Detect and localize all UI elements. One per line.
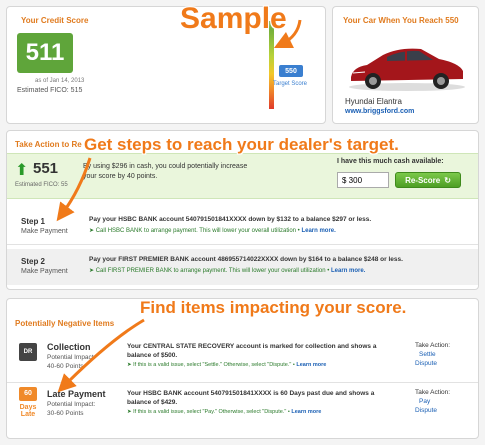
settle-link[interactable]: Settle xyxy=(419,351,436,358)
late-label: Late xyxy=(20,411,36,418)
learn-more-link[interactable]: Learn more. xyxy=(301,228,335,234)
step-title: Step 2 xyxy=(21,257,46,266)
target-score-label: Target Score xyxy=(273,81,308,87)
car-panel-title: Your Car When You Reach 550 xyxy=(343,16,459,25)
target-score-value: 550 xyxy=(285,67,297,75)
take-action-title: Take Action to Re xyxy=(15,140,82,149)
dispute-link[interactable]: Dispute xyxy=(415,360,437,367)
collection-badge-text: DR xyxy=(23,349,33,355)
item-hint: ➤ If this is a valid issue, select "Sett… xyxy=(127,362,326,368)
car-panel: Your Car When You Reach 550 Hyundai Elan… xyxy=(332,6,479,124)
collection-badge: DR xyxy=(19,343,37,361)
item-hint: ➤ If this is a valid issue, select "Pay.… xyxy=(127,409,321,415)
item-title: Collection xyxy=(47,342,91,352)
negative-items-panel: Potentially Negative Items DR Collection… xyxy=(6,298,479,439)
rescore-label: Re-Score xyxy=(405,175,441,185)
learn-more-link[interactable]: Learn more. xyxy=(331,268,365,274)
items-callout: Find items impacting your score. xyxy=(140,298,407,317)
step-subtitle: Make Payment xyxy=(21,228,68,235)
impact-value: 40-60 Points xyxy=(47,363,84,370)
dispute-link[interactable]: Dispute xyxy=(415,407,437,414)
take-action-label: Take Action: xyxy=(415,389,451,396)
days-late-badge: 60 Days Late xyxy=(17,387,39,433)
learn-more-link[interactable]: Learn more xyxy=(291,409,321,415)
step-subtitle: Make Payment xyxy=(21,268,68,275)
step-hint: ➤ Call HSBC BANK to arrange payment. Thi… xyxy=(89,227,336,234)
credit-score-value: 511 xyxy=(25,39,65,66)
cash-label: I have this much cash available: xyxy=(337,158,444,165)
take-action-label: Take Action: xyxy=(415,342,451,349)
step-title: Step 1 xyxy=(21,217,46,226)
step-hint-text: Call FIRST PREMIER BANK to arrange payme… xyxy=(95,268,330,274)
as-of-date: as of Jan 14, 2013 xyxy=(35,78,85,84)
impact-label: Potential Impact: xyxy=(47,354,96,361)
credit-score-badge: 511 xyxy=(17,33,73,73)
cash-input[interactable] xyxy=(337,172,389,188)
negative-item-row: DR Collection Potential Impact: 40-60 Po… xyxy=(7,337,478,383)
estimated-fico: Estimated FICO: 515 xyxy=(17,87,83,94)
target-score-badge: 550 xyxy=(279,65,303,77)
steps-callout: Get steps to reach your dealer's target. xyxy=(84,135,399,154)
credit-score-title: Your Credit Score xyxy=(21,16,89,25)
car-image[interactable] xyxy=(343,37,471,93)
impact-value: 30-60 Points xyxy=(47,410,84,417)
item-hint-text: If this is a valid issue, select "Settle… xyxy=(133,362,295,368)
play-icon: ➤ xyxy=(89,268,96,274)
car-dealer-link[interactable]: www.briggsford.com xyxy=(345,108,414,115)
sample-callout: Sample xyxy=(180,2,287,35)
action-summary: ⬆ 551 Estimated FICO: 55 By using $296 i… xyxy=(7,153,478,199)
step-row: Step 2 Make Payment Pay your FIRST PREMI… xyxy=(7,249,478,285)
action-message: By using $296 in cash, you could potenti… xyxy=(83,163,248,180)
negative-item-row: 60 Days Late Late Payment Potential Impa… xyxy=(7,385,478,437)
pay-link[interactable]: Pay xyxy=(419,398,430,405)
step-row: Step 1 Make Payment Pay your HSBC BANK a… xyxy=(7,209,478,245)
step-text: Pay your HSBC BANK account 540791501841X… xyxy=(89,216,372,223)
item-hint-text: If this is a valid issue, select "Pay." … xyxy=(133,409,290,415)
action-score: 551 xyxy=(33,160,59,177)
action-estimated-fico: Estimated FICO: 55 xyxy=(15,182,68,188)
step-text: Pay your FIRST PREMIER BANK account 4869… xyxy=(89,256,403,263)
car-model: Hyundai Elantra xyxy=(345,97,402,106)
step-hint: ➤ Call FIRST PREMIER BANK to arrange pay… xyxy=(89,267,365,274)
rescore-button[interactable]: Re-Score ↻ xyxy=(395,172,461,188)
refresh-icon: ↻ xyxy=(444,175,451,185)
negative-items-title: Potentially Negative Items xyxy=(15,319,115,328)
impact-label: Potential Impact: xyxy=(47,401,96,408)
item-title: Late Payment xyxy=(47,389,106,399)
up-arrow-icon: ⬆ xyxy=(15,162,29,179)
item-text: Your CENTRAL STATE RECOVERY account is m… xyxy=(127,343,377,359)
item-text: Your HSBC BANK account 540791501841XXXX … xyxy=(127,390,375,406)
days-late-number: 60 xyxy=(19,387,37,401)
play-icon: ➤ xyxy=(89,228,96,234)
learn-more-link[interactable]: Learn more xyxy=(296,362,326,368)
step-hint-text: Call HSBC BANK to arrange payment. This … xyxy=(95,228,300,234)
days-label: Days xyxy=(19,404,37,411)
